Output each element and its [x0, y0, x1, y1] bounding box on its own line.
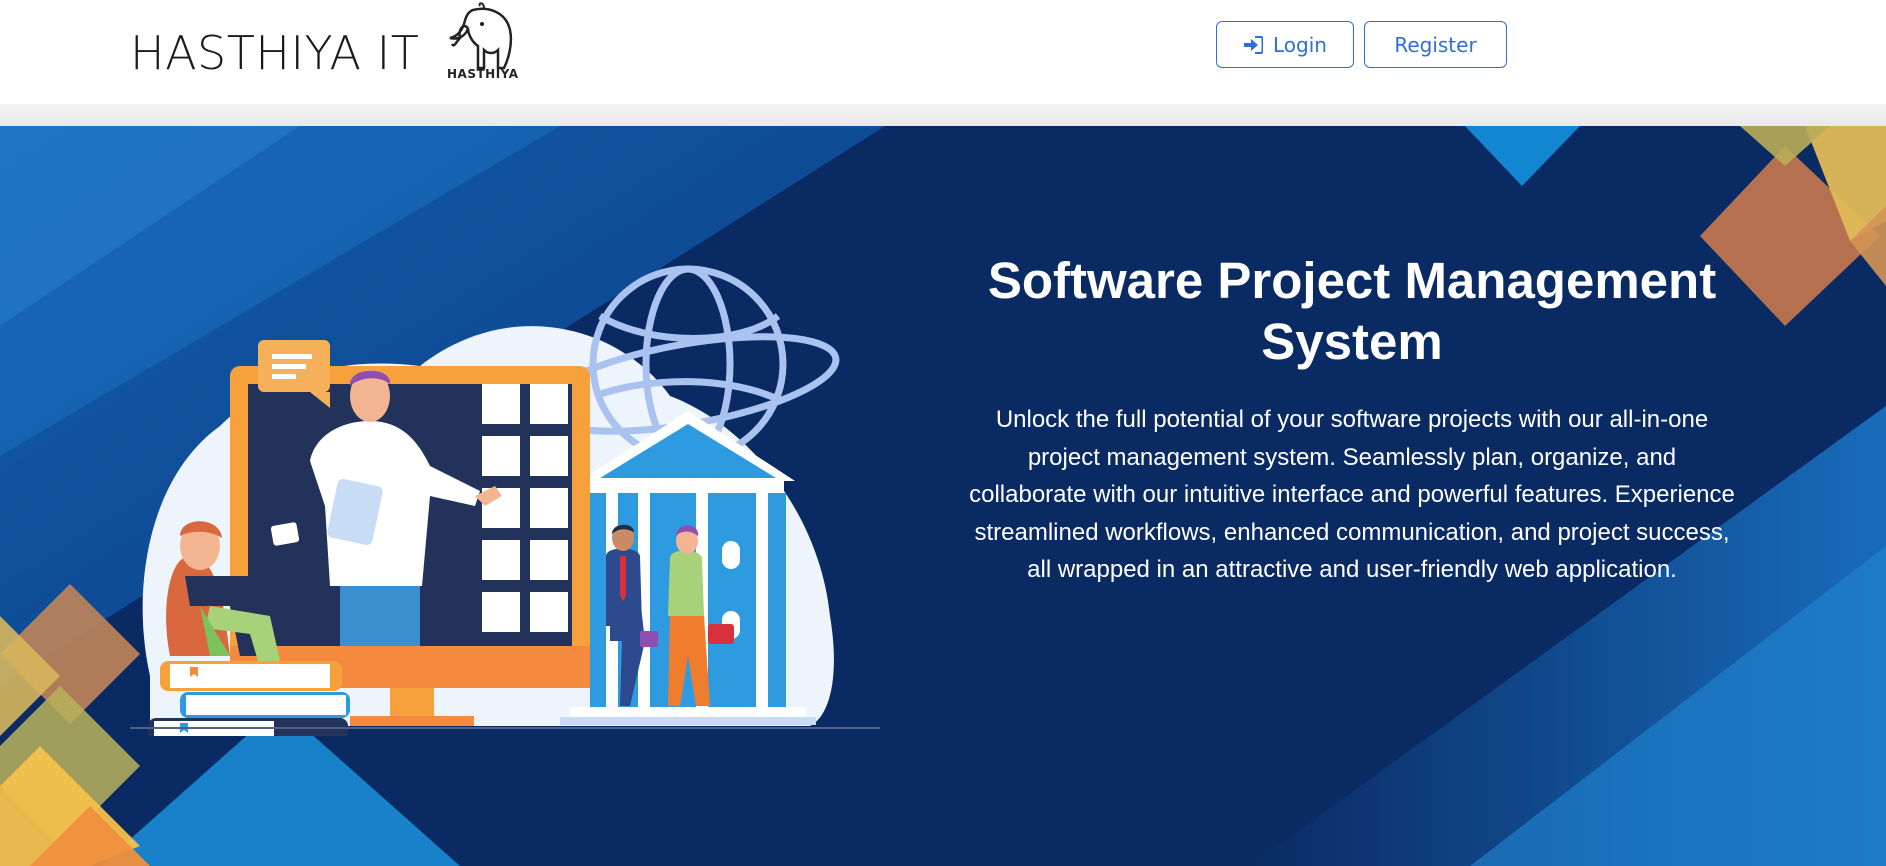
header-shadow-band	[0, 104, 1886, 126]
register-label: Register	[1394, 32, 1477, 57]
hero-description: Unlock the full potential of your softwa…	[969, 406, 1735, 584]
login-label: Login	[1273, 32, 1327, 57]
sign-in-icon	[1244, 35, 1264, 54]
brand-name: HASTHIYA IT	[130, 26, 420, 80]
register-button[interactable]: Register	[1364, 21, 1507, 68]
login-button[interactable]: Login	[1216, 21, 1354, 68]
brand[interactable]: HASTHIYA IT HASTHIYA	[130, 2, 518, 92]
top-navbar: HASTHIYA IT HASTHIYA Login Register	[0, 0, 1886, 104]
elephant-logo-icon: HASTHIYA	[428, 2, 528, 98]
hero-section: Software Project Management System Unloc…	[0, 126, 1886, 866]
hero-title: Software Project Management System	[987, 252, 1717, 370]
logo-text: HASTHIYA	[447, 67, 519, 81]
team-collaboration-illustration	[130, 265, 880, 736]
